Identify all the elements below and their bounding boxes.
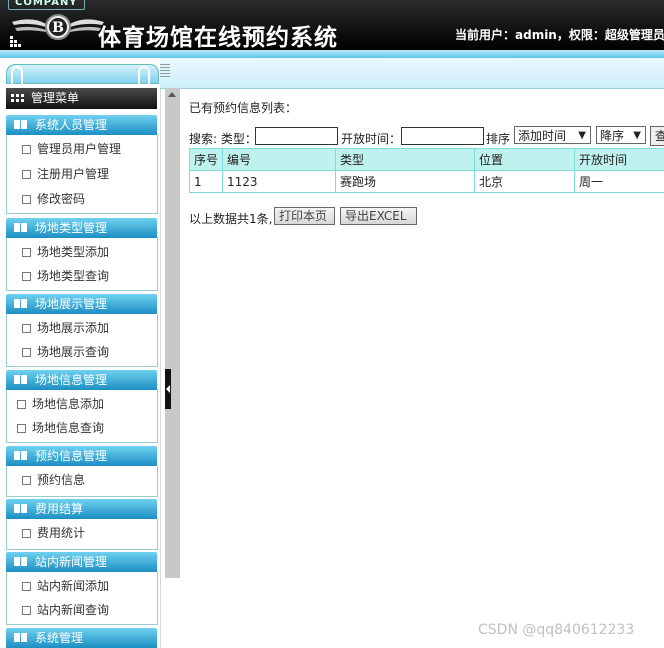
dropdown-arrow-icon: ▼	[578, 130, 586, 141]
menu-group-title: 系统管理	[35, 631, 84, 645]
menu-group-title: 站内新闻管理	[35, 555, 108, 569]
table-cell: 1123	[222, 170, 336, 193]
header-accent-bar	[0, 50, 664, 58]
print-page-button[interactable]: 打印本页	[274, 207, 335, 225]
binder-clip-icon	[138, 66, 150, 90]
menu-group-title: 场地类型管理	[35, 221, 108, 235]
square-bullet-icon	[22, 195, 31, 204]
menu-group-title: 场地展示管理	[35, 297, 108, 311]
search-type-label: 搜索: 类型：	[189, 132, 257, 146]
open-time-input[interactable]	[401, 127, 484, 145]
watermark: CSDN @qq840612233	[478, 622, 635, 638]
record-count: 以上数据共1条,	[189, 212, 273, 226]
dropdown-arrow-icon: ▼	[633, 130, 641, 141]
menu-group-venue-display[interactable]: 场地展示管理	[6, 294, 157, 314]
grip-lines-icon	[160, 64, 170, 77]
square-bullet-icon	[17, 400, 26, 409]
svg-text:B: B	[52, 20, 64, 36]
search-bar: 搜索: 类型： 开放时间： 排序 添加时间▼ 降序▼ 查	[189, 126, 664, 148]
binder-clip-icon	[11, 66, 23, 90]
table-cell: 赛跑场	[335, 170, 475, 193]
menu-grid-icon	[11, 94, 24, 102]
table-header-row: 序号 编号 类型 位置 开放时间	[189, 148, 664, 171]
menu-group-title: 系统人员管理	[35, 118, 108, 132]
menu-group-items: 管理员用户管理 注册用户管理 修改密码	[6, 135, 158, 214]
search-button[interactable]: 查	[650, 126, 664, 146]
collapse-sidebar-toggle[interactable]	[165, 369, 171, 409]
square-bullet-icon	[22, 272, 31, 281]
menu-group-items: 站内新闻添加 站内新闻查询	[6, 572, 158, 625]
content-top-bar	[160, 58, 664, 89]
column-header: 位置	[474, 148, 575, 171]
export-excel-button[interactable]: 导出EXCEL	[340, 207, 417, 225]
menu-group-items: 场地展示添加 场地展示查询	[6, 314, 158, 367]
book-icon	[14, 223, 27, 232]
menu-group-items: 场地类型添加 场地类型查询	[6, 238, 158, 291]
column-header: 编号	[222, 148, 336, 171]
square-bullet-icon	[22, 606, 31, 615]
menu-group-title: 费用结算	[35, 502, 84, 516]
sort-label: 排序	[486, 132, 511, 146]
menu-group-system[interactable]: 系统管理	[6, 628, 157, 648]
menu-group-billing[interactable]: 费用结算	[6, 499, 157, 519]
square-bullet-icon	[22, 324, 31, 333]
menu-group-news[interactable]: 站内新闻管理	[6, 552, 157, 572]
column-header: 序号	[189, 148, 223, 171]
main-menu-label: 管理菜单	[31, 91, 80, 105]
scroll-up-arrow-icon[interactable]	[168, 92, 176, 97]
company-badge: COMPANY	[8, 0, 85, 10]
square-bullet-icon	[22, 170, 31, 179]
menu-group-items: 场地信息添加 场地信息查询	[6, 390, 158, 443]
sidebar-top-frame	[6, 64, 159, 84]
book-icon	[14, 451, 27, 460]
square-bullet-icon	[22, 145, 31, 154]
menu-group-venue-types[interactable]: 场地类型管理	[6, 218, 157, 238]
sidebar-scrollbar[interactable]	[165, 88, 180, 578]
dots-grid-icon	[10, 36, 21, 47]
table-cell: 北京	[474, 170, 575, 193]
menu-group-staff[interactable]: 系统人员管理	[6, 115, 157, 135]
current-user-info: 当前用户：admin，权限：超级管理员	[455, 28, 664, 42]
sort-field-select[interactable]: 添加时间 ▼	[514, 126, 591, 144]
type-search-input[interactable]	[255, 127, 338, 145]
square-bullet-icon	[22, 476, 31, 485]
menu-group-venue-info[interactable]: 场地信息管理	[6, 370, 157, 390]
table-cell: 1	[189, 170, 223, 193]
menu-group-items: 预约信息	[6, 466, 158, 497]
menu-group-reservations[interactable]: 预约信息管理	[6, 446, 157, 466]
table-cell: 周一	[574, 170, 664, 193]
square-bullet-icon	[22, 529, 31, 538]
sidebar: 管理菜单 系统人员管理 管理员用户管理 注册用户管理 修改密码 场地类型管理 场…	[0, 58, 161, 648]
square-bullet-icon	[22, 582, 31, 591]
book-icon	[14, 120, 27, 129]
column-header: 开放时间	[574, 148, 664, 171]
menu-group-title: 场地信息管理	[35, 373, 108, 387]
system-title: 体育场馆在线预约系统	[98, 24, 338, 50]
book-icon	[14, 504, 27, 513]
book-icon	[14, 633, 27, 642]
sort-order-select[interactable]: 降序 ▼	[596, 126, 646, 144]
table-row: 1 1123 赛跑场 北京 周一	[189, 170, 664, 193]
list-title: 已有预约信息列表：	[189, 101, 298, 115]
column-header: 类型	[335, 148, 475, 171]
open-time-label: 开放时间：	[341, 132, 402, 146]
book-icon	[14, 375, 27, 384]
square-bullet-icon	[17, 424, 26, 433]
menu-group-title: 预约信息管理	[35, 449, 108, 463]
bentley-logo-icon: B	[12, 14, 104, 40]
main-menu-header: 管理菜单	[6, 88, 157, 109]
book-icon	[14, 557, 27, 566]
square-bullet-icon	[22, 248, 31, 257]
book-icon	[14, 299, 27, 308]
menu-group-items: 费用统计	[6, 519, 158, 550]
reservation-table: 序号 编号 类型 位置 开放时间 1 1123 赛跑场 北京 周一	[189, 148, 664, 193]
app-header: COMPANY B 体育场馆在线预约系统 当前用户：admin，权限：超级管理员	[0, 0, 664, 50]
square-bullet-icon	[22, 348, 31, 357]
